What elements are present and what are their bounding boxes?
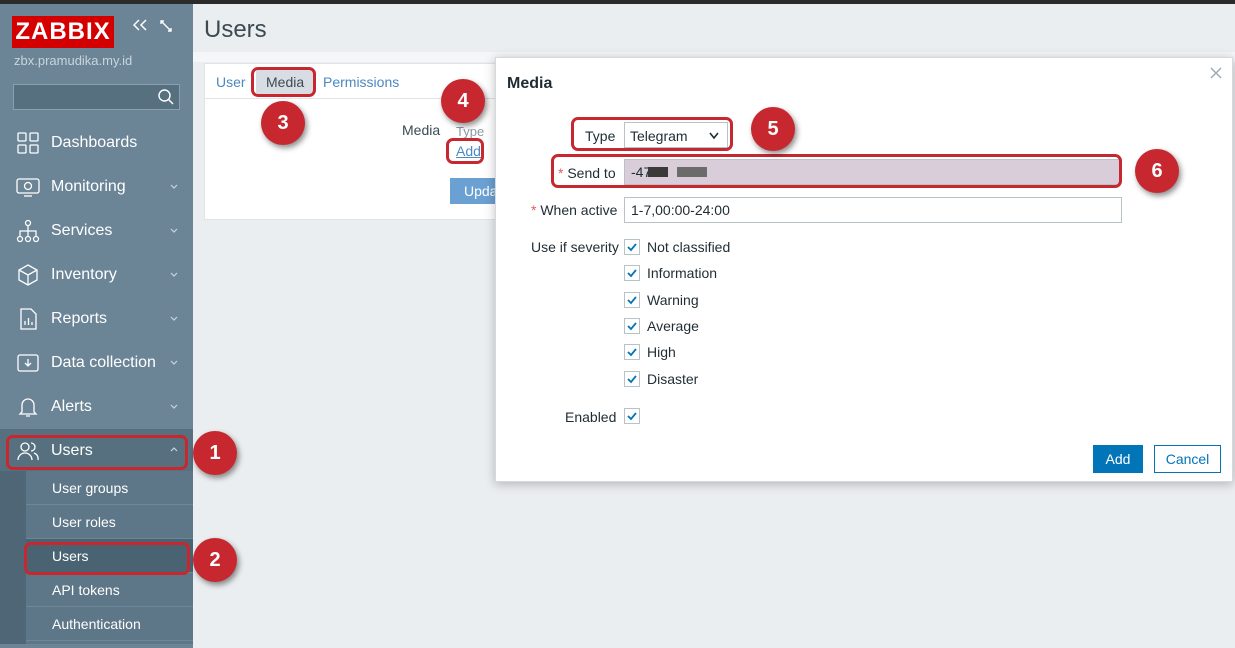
media-field-label: Media bbox=[402, 122, 441, 138]
step-badge: 3 bbox=[261, 101, 305, 145]
tab-permissions[interactable]: Permissions bbox=[323, 74, 399, 90]
nav-label: Inventory bbox=[51, 266, 117, 283]
submenu-user-groups[interactable]: User groups bbox=[26, 471, 193, 505]
nav-label: Reports bbox=[51, 310, 108, 327]
checkbox[interactable] bbox=[624, 408, 640, 424]
nav-reports[interactable]: Reports bbox=[0, 297, 193, 341]
severity-label: Use if severity bbox=[531, 239, 619, 255]
dialog-title: Media bbox=[507, 75, 553, 92]
add-button[interactable]: Add bbox=[1093, 445, 1143, 473]
monitor-icon bbox=[16, 178, 40, 197]
tab-user[interactable]: User bbox=[216, 74, 246, 90]
checkmark-icon bbox=[627, 269, 637, 278]
nav-label: Services bbox=[51, 222, 113, 239]
checkbox-label: Not classified bbox=[647, 239, 731, 255]
checkbox[interactable] bbox=[624, 371, 640, 387]
checkbox[interactable] bbox=[624, 239, 640, 255]
chevron-down-icon bbox=[170, 316, 178, 321]
chevron-down-icon bbox=[170, 228, 178, 233]
checkmark-icon bbox=[627, 348, 637, 357]
double-chevron-left-icon[interactable] bbox=[130, 18, 150, 38]
checkmark-icon bbox=[627, 322, 637, 331]
annotation-outline bbox=[24, 542, 190, 575]
page-title: Users bbox=[204, 16, 267, 43]
nav-dashboards[interactable]: Dashboards bbox=[0, 121, 193, 165]
submenu-label: User roles bbox=[52, 514, 116, 530]
nav-label: Alerts bbox=[51, 398, 92, 415]
annotation-outline bbox=[571, 117, 733, 151]
expand-icon[interactable] bbox=[156, 18, 176, 38]
when-active-label: * When active bbox=[531, 202, 617, 218]
media-type-column: Type bbox=[456, 124, 485, 139]
nav-inventory[interactable]: Inventory bbox=[0, 253, 193, 297]
nav-monitoring[interactable]: Monitoring bbox=[0, 165, 193, 209]
submenu-rail bbox=[0, 471, 26, 644]
report-icon bbox=[20, 308, 37, 330]
sidebar-search-input[interactable] bbox=[13, 84, 180, 110]
close-icon[interactable] bbox=[1210, 66, 1222, 84]
checkmark-icon bbox=[627, 243, 637, 252]
bell-icon bbox=[18, 398, 38, 417]
submenu-user-roles[interactable]: User roles bbox=[26, 505, 193, 539]
step-badge: 4 bbox=[441, 79, 485, 123]
search-icon[interactable] bbox=[157, 88, 175, 106]
nav-services[interactable]: Services bbox=[0, 209, 193, 253]
chevron-down-icon bbox=[170, 184, 178, 189]
checkmark-icon bbox=[627, 375, 637, 384]
checkbox-label: High bbox=[647, 344, 676, 360]
submenu-authentication[interactable]: Authentication bbox=[26, 607, 193, 641]
checkbox-label: Warning bbox=[647, 292, 699, 308]
checkbox[interactable] bbox=[624, 292, 640, 308]
zabbix-logo[interactable]: ZABBIX bbox=[12, 16, 114, 48]
annotation-outline bbox=[446, 138, 484, 164]
nav-alerts[interactable]: Alerts bbox=[0, 385, 193, 429]
annotation-outline bbox=[251, 67, 316, 97]
step-badge: 5 bbox=[751, 107, 795, 151]
checkmark-icon bbox=[627, 296, 637, 305]
nav-data-collection[interactable]: Data collection bbox=[0, 341, 193, 385]
hierarchy-icon bbox=[16, 219, 40, 243]
checkbox-label: Average bbox=[647, 318, 699, 334]
submenu-label: API tokens bbox=[52, 582, 120, 598]
cancel-button[interactable]: Cancel bbox=[1154, 445, 1221, 473]
annotation-outline bbox=[551, 154, 1122, 188]
download-icon bbox=[17, 354, 39, 372]
checkbox-label: Information bbox=[647, 265, 718, 281]
checkmark-icon bbox=[627, 412, 637, 421]
server-hostname: zbx.pramudika.my.id bbox=[14, 53, 133, 68]
nav-label: Dashboards bbox=[51, 134, 138, 151]
nav-label: Data collection bbox=[51, 354, 156, 371]
when-active-text: When active bbox=[540, 202, 618, 218]
checkbox[interactable] bbox=[624, 265, 640, 281]
step-badge: 2 bbox=[193, 538, 237, 582]
submenu-api-tokens[interactable]: API tokens bbox=[26, 573, 193, 607]
cube-icon bbox=[18, 264, 38, 286]
checkbox-label: Disaster bbox=[647, 371, 699, 387]
step-badge: 1 bbox=[193, 431, 237, 475]
enabled-label: Enabled bbox=[565, 409, 617, 425]
required-mark: * bbox=[531, 202, 537, 218]
checkbox[interactable] bbox=[624, 344, 640, 360]
dashboard-icon bbox=[17, 132, 39, 154]
submenu-label: Authentication bbox=[52, 616, 141, 632]
checkbox[interactable] bbox=[624, 318, 640, 334]
chevron-down-icon bbox=[170, 404, 178, 409]
chevron-down-icon bbox=[170, 272, 178, 277]
nav-label: Monitoring bbox=[51, 178, 126, 195]
step-badge: 6 bbox=[1135, 149, 1179, 193]
annotation-outline bbox=[6, 435, 188, 470]
submenu-label: User groups bbox=[52, 480, 129, 496]
when-active-input[interactable] bbox=[624, 197, 1122, 223]
chevron-down-icon bbox=[170, 360, 178, 365]
update-button[interactable]: Update bbox=[450, 178, 498, 204]
